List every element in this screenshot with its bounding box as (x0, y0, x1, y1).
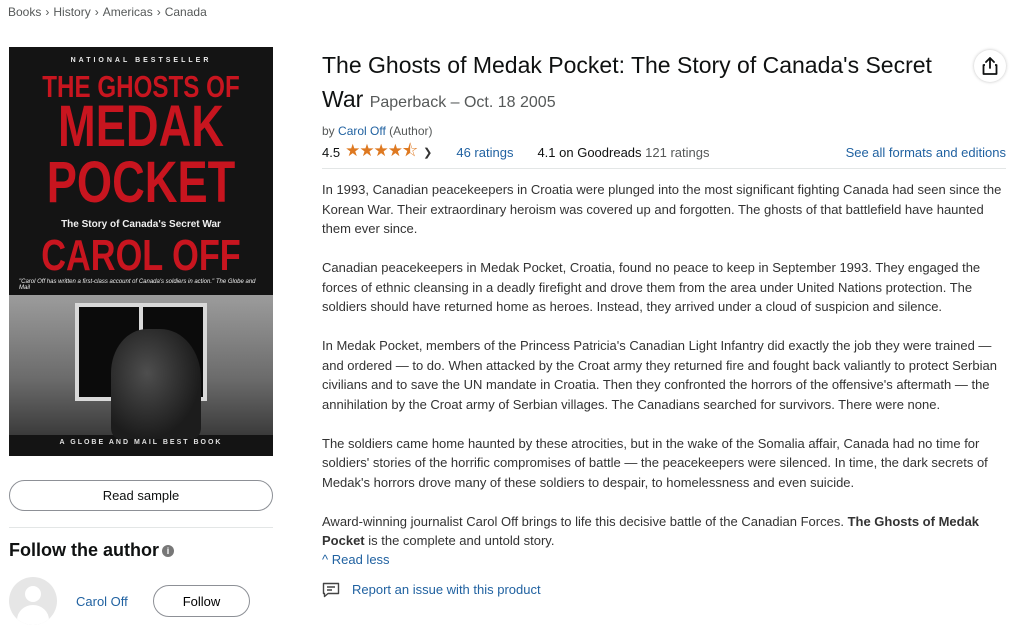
read-less-link[interactable]: ^ Read less (322, 552, 1006, 567)
rating-row: 4.5 ★★★★⯪ ❯ 46 ratings 4.1 on Goodreads … (322, 141, 1006, 169)
breadcrumb-separator: › (94, 5, 99, 19)
chevron-down-icon[interactable]: ❯ (423, 146, 432, 159)
breadcrumb-canada[interactable]: Canada (165, 5, 207, 19)
breadcrumb-americas[interactable]: Americas (103, 5, 153, 19)
breadcrumb: Books › History › Americas › Canada (8, 5, 207, 19)
description-text: Award-winning journalist Carol Off bring… (322, 513, 848, 529)
description-paragraph: Canadian peacekeepers in Medak Pocket, C… (322, 260, 981, 314)
cover-subtitle: The Story of Canada's Secret War (61, 219, 221, 230)
info-icon[interactable]: i (162, 544, 174, 557)
report-issue-link[interactable]: Report an issue with this product (322, 582, 1006, 598)
breadcrumb-books[interactable]: Books (8, 5, 41, 19)
follow-author-heading: Follow the author i (9, 540, 273, 561)
cover-footer: A GLOBE AND MAIL BEST BOOK (59, 439, 223, 446)
description-paragraph: In Medak Pocket, members of the Princess… (322, 338, 997, 412)
share-button[interactable] (974, 50, 1006, 82)
breadcrumb-separator: › (45, 5, 50, 19)
book-description: In 1993, Canadian peacekeepers in Croati… (322, 180, 1006, 551)
author-role: (Author) (389, 124, 433, 138)
book-cover-image[interactable]: NATIONAL BESTSELLER THE GHOSTS OF MEDAK … (9, 47, 273, 456)
cover-title-line2: MEDAK (58, 94, 224, 159)
goodreads-rating: 4.1 on Goodreads 121 ratings (537, 145, 709, 160)
avatar[interactable] (9, 577, 57, 625)
breadcrumb-history[interactable]: History (53, 5, 90, 19)
report-issue-label: Report an issue with this product (352, 582, 541, 597)
see-all-formats-link[interactable]: See all formats and editions (846, 145, 1006, 160)
ratings-count-link[interactable]: 46 ratings (456, 145, 513, 160)
goodreads-score: 4.1 on Goodreads (537, 144, 642, 160)
product-details: The Ghosts of Medak Pocket: The Story of… (322, 48, 1006, 598)
byline-prefix: by (322, 124, 335, 138)
chevron-up-icon: ^ (322, 551, 329, 567)
report-icon (322, 582, 340, 597)
cover-quote: "Carol Off has written a first-class acc… (19, 279, 256, 291)
read-less-label: Read less (331, 551, 390, 567)
cover-photo-soldier (111, 329, 201, 439)
author-row: Carol Off Follow (9, 577, 273, 625)
read-sample-button[interactable]: Read sample (9, 480, 273, 511)
description-paragraph: Award-winning journalist Carol Off bring… (322, 512, 1006, 551)
left-column: NATIONAL BESTSELLER THE GHOSTS OF MEDAK … (9, 47, 273, 625)
follow-author-label: Follow the author (9, 540, 159, 560)
cover-top-line: NATIONAL BESTSELLER (70, 57, 212, 64)
share-icon (982, 57, 998, 75)
product-format: Paperback – Oct. 18 2005 (369, 94, 556, 111)
author-link[interactable]: Carol Off (338, 124, 386, 138)
follow-button[interactable]: Follow (153, 585, 250, 617)
byline: by Carol Off (Author) (322, 124, 1006, 138)
breadcrumb-separator: › (156, 5, 161, 19)
rating-value: 4.5 (322, 144, 341, 160)
cover-author: CAROL OFF (41, 231, 241, 280)
product-title: The Ghosts of Medak Pocket: The Story of… (322, 48, 962, 120)
divider (9, 527, 273, 528)
goodreads-count: 121 ratings (645, 144, 710, 160)
description-paragraph: The soldiers came home haunted by these … (322, 435, 988, 490)
description-paragraph: In 1993, Canadian peacekeepers in Croati… (322, 182, 1002, 236)
author-name-link[interactable]: Carol Off (76, 594, 153, 609)
cover-title-line3: POCKET (46, 150, 236, 215)
description-text: is the complete and untold story. (364, 533, 555, 548)
star-rating-icon[interactable]: ★★★★⯪ (345, 138, 418, 167)
